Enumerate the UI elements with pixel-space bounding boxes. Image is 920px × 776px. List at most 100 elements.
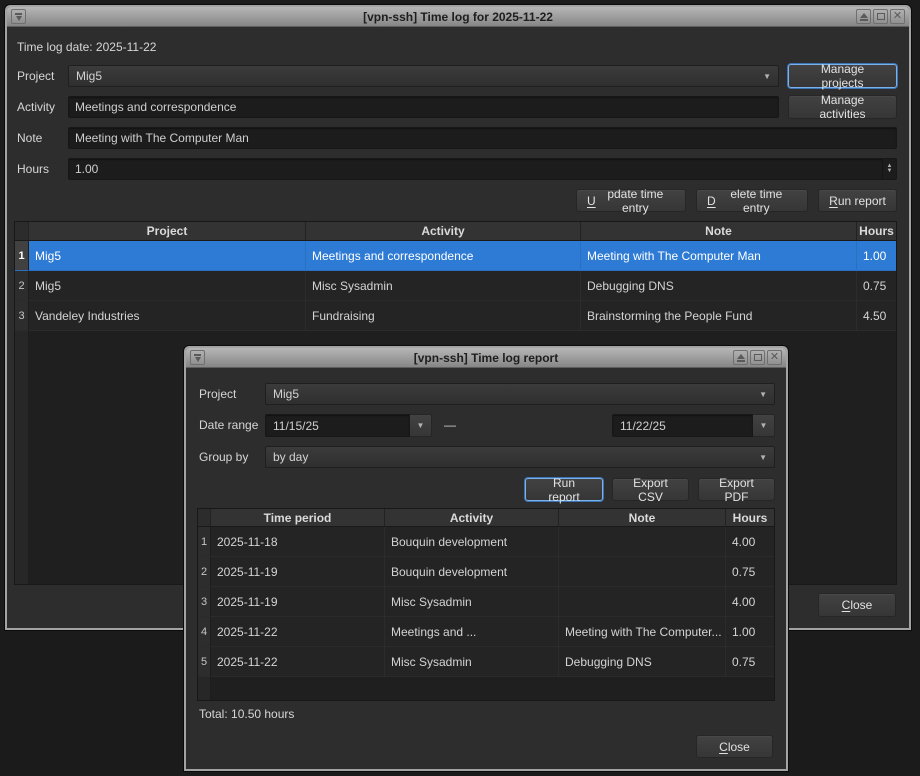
activity-input[interactable] [68, 96, 779, 118]
table-cell[interactable]: Brainstorming the People Fund [581, 301, 857, 331]
table-row[interactable]: 22025-11-19Bouquin development 0.75 [198, 557, 774, 587]
table-cell[interactable] [559, 527, 726, 557]
row-number[interactable]: 4 [198, 617, 211, 647]
hours-spinbox[interactable]: ▲ ▼ [68, 158, 897, 180]
dropdown-arrow-icon: ▼ [417, 421, 425, 430]
row-number[interactable]: 2 [15, 271, 29, 301]
row-number[interactable]: 2 [198, 557, 211, 587]
table-cell[interactable]: Misc Sysadmin [385, 647, 559, 677]
shade-button[interactable] [856, 9, 871, 24]
row-number[interactable]: 3 [198, 587, 211, 617]
table-row[interactable]: 52025-11-22Misc SysadminDebugging DNS0.7… [198, 647, 774, 677]
export-pdf-button[interactable]: Export PDF [698, 478, 775, 501]
table-cell[interactable]: 2025-11-19 [211, 557, 385, 587]
dialog-titlebar[interactable]: [vpn-ssh] Time log report ✕ [186, 348, 786, 368]
dialog-content: Project Mig5 ▼ Date range 11/15/25 ▼ — 1… [186, 369, 786, 769]
table-cell[interactable]: Fundraising [306, 301, 581, 331]
column-header-time-period[interactable]: Time period [211, 509, 385, 527]
column-header-hours[interactable]: Hours [857, 222, 896, 241]
table-cell[interactable]: 1.00 [726, 617, 774, 647]
main-window-titlebar[interactable]: [vpn-ssh] Time log for 2025-11-22 ✕ [7, 7, 909, 27]
window-menu-button[interactable] [11, 9, 26, 24]
table-cell[interactable]: 0.75 [857, 271, 896, 301]
table-cell[interactable] [559, 557, 726, 587]
column-header-hours[interactable]: Hours [726, 509, 774, 527]
maximize-icon [877, 13, 885, 20]
table-cell[interactable]: Mig5 [29, 271, 306, 301]
manage-activities-button[interactable]: Manage activities [788, 95, 897, 119]
table-cell[interactable]: 4.50 [857, 301, 896, 331]
column-header-note[interactable]: Note [559, 509, 726, 527]
shade-icon [737, 354, 745, 362]
close-icon: ✕ [893, 11, 902, 22]
dropdown-arrow-icon: ▼ [759, 453, 767, 462]
table-cell[interactable]: Bouquin development [385, 557, 559, 587]
table-row[interactable]: 32025-11-19Misc Sysadmin 4.00 [198, 587, 774, 617]
close-window-button[interactable]: ✕ [767, 350, 782, 365]
table-cell[interactable]: 2025-11-18 [211, 527, 385, 557]
time-log-date-label: Time log date: 2025-11-22 [17, 36, 156, 58]
dialog-close-button[interactable]: Close [696, 735, 773, 758]
column-header-activity[interactable]: Activity [385, 509, 559, 527]
hours-input[interactable] [68, 158, 897, 180]
close-button[interactable]: Close [818, 593, 896, 617]
table-row[interactable]: 1Mig5Meetings and correspondenceMeeting … [15, 241, 896, 271]
date-start-value[interactable]: 11/15/25 [265, 414, 410, 437]
project-select[interactable]: Mig5 ▼ [68, 65, 779, 87]
maximize-button[interactable] [873, 9, 888, 24]
column-header-note[interactable]: Note [581, 222, 857, 241]
hours-spin-buttons[interactable]: ▲ ▼ [882, 159, 896, 179]
note-label: Note [17, 127, 42, 149]
table-row[interactable]: 12025-11-18Bouquin development 4.00 [198, 527, 774, 557]
row-number[interactable]: 3 [15, 301, 29, 331]
date-end-dropdown-button[interactable]: ▼ [753, 414, 775, 437]
date-start-picker[interactable]: 11/15/25 ▼ [265, 414, 432, 437]
table-cell[interactable]: 4.00 [726, 527, 774, 557]
spinner-down-icon[interactable]: ▼ [887, 169, 893, 174]
row-number[interactable]: 5 [198, 647, 211, 677]
column-header-activity[interactable]: Activity [306, 222, 581, 241]
table-row[interactable]: 42025-11-22Meetings and ...Meeting with … [198, 617, 774, 647]
report-project-select[interactable]: Mig5 ▼ [265, 383, 775, 405]
maximize-button[interactable] [750, 350, 765, 365]
update-time-entry-button[interactable]: Update time entry [576, 189, 686, 212]
window-menu-button[interactable] [190, 350, 205, 365]
dropdown-arrow-icon: ▼ [760, 421, 768, 430]
delete-time-entry-button[interactable]: Delete time entry [696, 189, 808, 212]
column-header-project[interactable]: Project [29, 222, 306, 241]
table-cell[interactable] [559, 587, 726, 617]
close-window-button[interactable]: ✕ [890, 9, 905, 24]
table-cell[interactable]: 2025-11-22 [211, 647, 385, 677]
note-input[interactable] [68, 127, 897, 149]
table-cell[interactable]: 0.75 [726, 647, 774, 677]
table-cell[interactable]: Meeting with The Computer Man [581, 241, 857, 271]
report-run-button[interactable]: Run report [525, 478, 603, 501]
table-cell[interactable]: Vandeley Industries [29, 301, 306, 331]
table-cell[interactable]: Debugging DNS [559, 647, 726, 677]
date-start-dropdown-button[interactable]: ▼ [410, 414, 432, 437]
group-by-select[interactable]: by day ▼ [265, 446, 775, 468]
date-end-value[interactable]: 11/22/25 [612, 414, 753, 437]
row-number[interactable]: 1 [15, 241, 29, 271]
table-cell[interactable]: Mig5 [29, 241, 306, 271]
table-cell[interactable]: Misc Sysadmin [306, 271, 581, 301]
shade-button[interactable] [733, 350, 748, 365]
table-cell[interactable]: Meetings and ... [385, 617, 559, 647]
table-cell[interactable]: Misc Sysadmin [385, 587, 559, 617]
table-cell[interactable]: Debugging DNS [581, 271, 857, 301]
table-cell[interactable]: Bouquin development [385, 527, 559, 557]
table-cell[interactable]: Meeting with The Computer... [559, 617, 726, 647]
date-end-picker[interactable]: 11/22/25 ▼ [612, 414, 775, 437]
table-cell[interactable]: 0.75 [726, 557, 774, 587]
row-number[interactable]: 1 [198, 527, 211, 557]
table-cell[interactable]: 4.00 [726, 587, 774, 617]
table-cell[interactable]: Meetings and correspondence [306, 241, 581, 271]
run-report-button[interactable]: Run report [818, 189, 897, 212]
export-csv-button[interactable]: Export CSV [612, 478, 689, 501]
table-cell[interactable]: 1.00 [857, 241, 896, 271]
table-row[interactable]: 3Vandeley IndustriesFundraisingBrainstor… [15, 301, 896, 331]
table-cell[interactable]: 2025-11-19 [211, 587, 385, 617]
manage-projects-button[interactable]: Manage projects [788, 64, 897, 88]
table-cell[interactable]: 2025-11-22 [211, 617, 385, 647]
table-row[interactable]: 2Mig5Misc SysadminDebugging DNS0.75 [15, 271, 896, 301]
